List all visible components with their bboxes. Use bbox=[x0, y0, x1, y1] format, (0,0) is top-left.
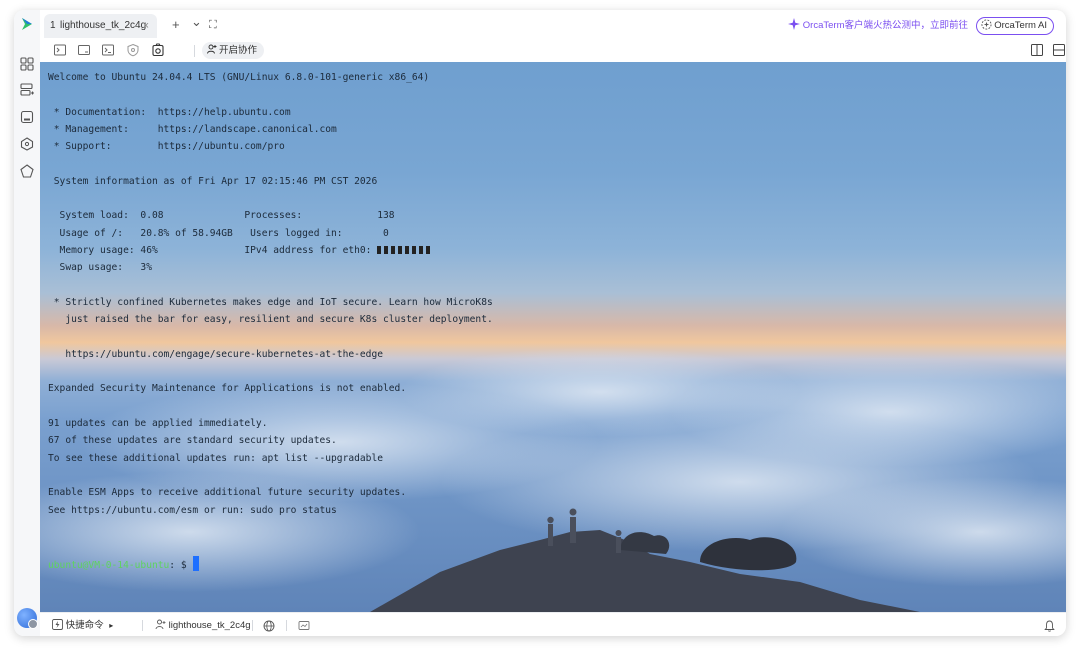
status-divider bbox=[286, 620, 287, 631]
terminal-line: Swap usage: 3% bbox=[48, 262, 152, 274]
collaboration-icon bbox=[207, 44, 217, 54]
globe-icon[interactable] bbox=[263, 619, 275, 633]
split-horizontal-icon[interactable] bbox=[1052, 43, 1066, 57]
fullscreen-icon[interactable]: ⛶ bbox=[209, 16, 217, 34]
quick-commands-arrow-icon: ▸ bbox=[109, 621, 114, 630]
status-divider bbox=[142, 620, 143, 631]
collab-label: 开启协作 bbox=[219, 45, 258, 56]
quick-commands-button[interactable]: 快捷命令 ▸ bbox=[52, 619, 113, 633]
prompt-symbol: : $ bbox=[169, 560, 193, 571]
terminal-line: System information as of Fri Apr 17 02:1… bbox=[48, 175, 378, 187]
sparkle-icon bbox=[787, 18, 800, 30]
terminal-line: See https://ubuntu.com/esm or run: sudo … bbox=[48, 504, 337, 516]
extensions-icon[interactable] bbox=[19, 163, 35, 179]
tab-dropdown-icon[interactable]: ⌄ bbox=[191, 13, 202, 31]
session-label: lighthouse_tk_2c4g bbox=[168, 620, 251, 631]
terminal-line: Enable ESM Apps to receive additional fu… bbox=[48, 487, 407, 499]
app-logo-icon[interactable] bbox=[19, 16, 35, 32]
plugin-icon[interactable] bbox=[19, 136, 35, 152]
ai-label: OrcaTerm AI bbox=[994, 20, 1047, 31]
split-vertical-icon[interactable] bbox=[1030, 43, 1044, 57]
tab-bar: 1 lighthouse_tk_2c4g × + ⌄ ⛶ OrcaTerm客户端… bbox=[40, 10, 1066, 40]
toolbar-divider bbox=[194, 45, 195, 57]
terminal-line: 67 of these updates are standard securit… bbox=[48, 435, 337, 447]
lightning-icon bbox=[52, 619, 63, 630]
tab-index: 1 bbox=[50, 20, 56, 31]
user-avatar[interactable] bbox=[17, 608, 38, 629]
app-window: 1 lighthouse_tk_2c4g × + ⌄ ⛶ OrcaTerm客户端… bbox=[14, 10, 1066, 636]
terminal-line: https://ubuntu.com/engage/secure-kuberne… bbox=[48, 348, 384, 360]
terminal-line: Usage of /: 20.8% of 58.94GB Users logge… bbox=[48, 227, 389, 239]
terminal-line: * Strictly confined Kubernetes makes edg… bbox=[48, 296, 493, 308]
terminal-line: Memory usage: 46% IPv4 address for eth0: bbox=[48, 244, 434, 258]
terminal-line: 91 updates can be applied immediately. bbox=[48, 418, 268, 429]
monitor-status-icon[interactable] bbox=[298, 619, 310, 633]
session-info[interactable]: lighthouse_tk_2c4g bbox=[155, 619, 251, 633]
apps-grid-icon[interactable] bbox=[19, 56, 35, 72]
monitor-icon[interactable] bbox=[19, 109, 35, 125]
left-rail bbox=[14, 10, 41, 636]
terminal-output[interactable]: Welcome to Ubuntu 24.04.4 LTS (GNU/Linux… bbox=[40, 62, 1066, 612]
file-transfer-icon[interactable] bbox=[53, 43, 67, 57]
terminal-line: * Support: https://ubuntu.com/pro bbox=[48, 141, 285, 153]
start-collaboration-button[interactable]: 开启协作 bbox=[202, 42, 265, 59]
terminal-line: * Documentation: https://help.ubuntu.com bbox=[48, 106, 291, 118]
terminal-line: To see these additional updates run: apt… bbox=[48, 452, 384, 464]
user-icon bbox=[155, 619, 166, 630]
orcaterm-ai-button[interactable]: OrcaTerm AI bbox=[976, 17, 1054, 35]
screenshot-icon[interactable] bbox=[151, 43, 165, 57]
terminal-line: * Management: https://landscape.canonica… bbox=[48, 123, 337, 135]
settings-shield-icon[interactable] bbox=[126, 43, 140, 57]
quick-commands-label: 快捷命令 bbox=[65, 620, 104, 631]
new-tab-button[interactable]: + bbox=[172, 16, 180, 34]
terminal-icon[interactable] bbox=[101, 43, 115, 57]
terminal-cursor bbox=[193, 556, 200, 571]
terminal-toolbar: 开启协作 bbox=[40, 40, 1066, 62]
tab-title: lighthouse_tk_2c4g bbox=[60, 20, 147, 31]
redacted-ip-address bbox=[377, 246, 434, 254]
promo-banner[interactable]: OrcaTerm客户端火热公测中，立即前往 bbox=[787, 18, 968, 32]
notification-bell-icon[interactable] bbox=[1044, 619, 1055, 633]
terminal-line: System load: 0.08 Processes: 138 bbox=[48, 210, 395, 222]
folder-icon[interactable] bbox=[77, 43, 91, 57]
session-tab[interactable]: 1 lighthouse_tk_2c4g × bbox=[44, 14, 157, 38]
server-list-icon[interactable] bbox=[19, 82, 35, 98]
tab-close-icon[interactable]: × bbox=[143, 14, 149, 38]
status-bar: 快捷命令 ▸ lighthouse_tk_2c4g bbox=[40, 612, 1066, 636]
promo-text: OrcaTerm客户端火热公测中，立即前往 bbox=[802, 20, 968, 31]
status-divider bbox=[252, 620, 253, 631]
terminal-line: just raised the bar for easy, resilient … bbox=[48, 314, 493, 326]
terminal-line: Welcome to Ubuntu 24.04.4 LTS (GNU/Linux… bbox=[48, 72, 430, 83]
ai-sparkle-icon bbox=[981, 19, 992, 30]
prompt-user-host: ubuntu@VM-0-14-ubuntu bbox=[48, 560, 170, 571]
shell-prompt[interactable]: ubuntu@VM-0-14-ubuntu: $ bbox=[48, 556, 200, 571]
terminal-line: Expanded Security Maintenance for Applic… bbox=[48, 383, 407, 395]
